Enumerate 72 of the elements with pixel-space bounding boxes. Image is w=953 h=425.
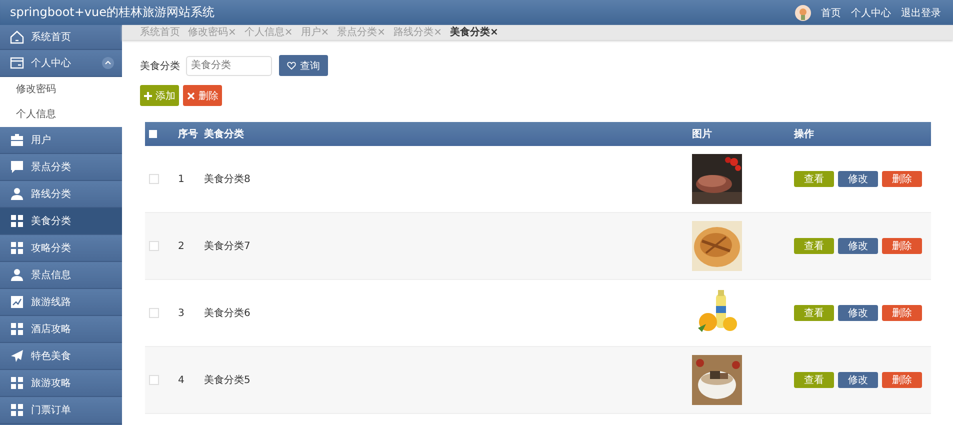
delete-button[interactable]: 删除 [183,85,222,106]
edit-button[interactable]: 修改 [838,171,878,187]
sidebar-item[interactable]: 景点信息 [0,262,122,289]
sidebar-item[interactable]: 特色美食 [0,343,122,370]
table-cell-text: 1 [178,174,186,184]
sidebar-item[interactable]: 用户 [0,127,122,154]
avatar-icon[interactable] [795,4,811,20]
grid-icon [10,214,24,228]
grid-icon [10,322,24,336]
paper-plane-icon [10,349,24,363]
header-link[interactable]: 退出登录 [901,6,941,20]
briefcase-icon [10,133,24,147]
sidebar-item[interactable]: 个人中心 [0,50,122,77]
submenu-item[interactable]: 个人信息 [0,102,122,127]
sidebar-item[interactable]: 路线分类 [0,181,122,208]
card-icon [10,56,24,70]
view-button[interactable]: 查看 [794,171,834,187]
view-button[interactable]: 查看 [794,372,834,388]
table-cell-text: 美食分类7 [204,240,252,253]
table-cell-text: 2 [178,240,186,252]
table-cell-text: 3 [178,308,186,318]
add-button[interactable]: 添加 [140,85,179,106]
table-cell-text: 美食分类5 [204,374,252,387]
cross-icon [186,92,194,100]
plus-icon [144,92,152,100]
table-cell-text: 美食分类6 [204,306,252,320]
select-all-checkbox[interactable] [149,130,157,138]
row-checkbox[interactable] [149,375,159,385]
sidebar-item[interactable]: 攻略分类 [0,235,122,262]
column-header: 序号 [178,127,199,141]
delete-button[interactable]: 删除 [882,238,922,254]
row-checkbox[interactable] [149,174,159,184]
row-checkbox[interactable] [149,241,159,251]
table-cell-text: 4 [178,374,186,386]
home-icon [10,30,24,44]
edit-button[interactable]: 修改 [838,238,878,254]
sidebar-item[interactable]: 旅游线路 [0,289,122,316]
sidebar-item[interactable]: 系统首页 [0,25,122,50]
chart-icon [10,295,24,309]
sidebar-item[interactable]: 门票订单 [0,397,122,424]
sidebar-item[interactable]: 美食分类 [0,208,122,235]
edit-button[interactable]: 修改 [838,305,878,321]
heart-icon [287,61,296,70]
delete-button[interactable]: 删除 [882,171,922,187]
search-button[interactable]: 查询 [279,55,328,76]
sidebar-item[interactable]: 景点分类 [0,154,122,181]
table-cell-text: 美食分类8 [204,172,252,186]
grid-icon [10,376,24,390]
delete-button[interactable]: 删除 [882,305,922,321]
header-link[interactable]: 首页 [821,6,841,20]
edit-button[interactable]: 修改 [838,372,878,388]
view-button[interactable]: 查看 [794,305,834,321]
column-header: 操作 [794,128,814,141]
column-header: 美食分类 [204,127,245,141]
header-link[interactable]: 个人中心 [851,6,891,20]
app-title: springboot+vue的桂林旅游网站系统 [10,4,215,21]
row-checkbox[interactable] [149,308,159,318]
person-icon [10,268,24,282]
chat-icon [10,160,24,174]
sidebar-item[interactable]: 旅游攻略 [0,370,122,397]
view-button[interactable]: 查看 [794,238,834,254]
sidebar-item[interactable]: 酒店攻略 [0,316,122,343]
delete-button[interactable]: 删除 [882,372,922,388]
person-icon [10,187,24,201]
tab-close-icon[interactable]: × [490,26,498,38]
column-header: 图片 [692,128,713,141]
search-field[interactable]: 美食分类 [186,56,272,76]
grid-icon [10,241,24,255]
grid-icon [10,403,24,417]
submenu-item[interactable]: 修改密码 [0,77,122,102]
tab[interactable]: 美食分类× [450,26,498,40]
search-label: 美食分类 [140,60,180,72]
